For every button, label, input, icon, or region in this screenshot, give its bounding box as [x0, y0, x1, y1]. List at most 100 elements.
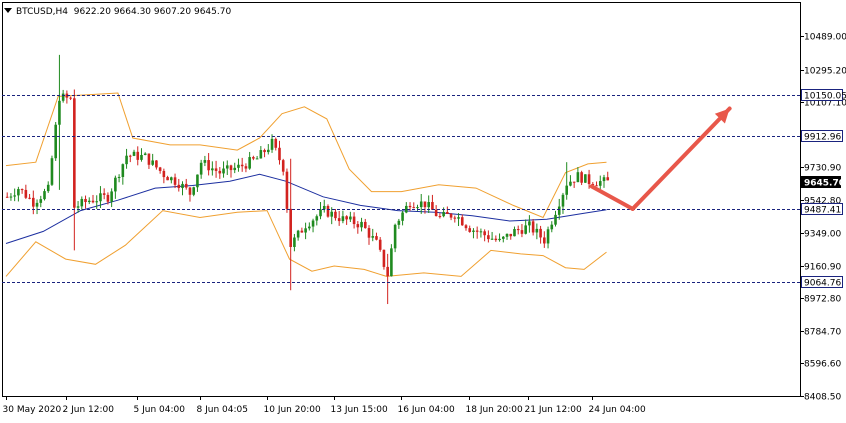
time-axis[interactable]: 30 May 2020 2 Jun 12:00 5 Jun 04:00 8 Jun 0…	[3, 396, 646, 415]
candle-body	[311, 220, 315, 227]
candle-body	[229, 165, 233, 171]
candle-body	[513, 229, 516, 237]
candle-body	[35, 202, 39, 207]
candle-body	[192, 187, 195, 195]
plot-frame	[2, 2, 801, 397]
candle-body	[576, 172, 580, 183]
candle-body	[125, 155, 128, 165]
candle-body	[162, 170, 166, 178]
candle-body	[270, 138, 274, 150]
candle-body	[121, 164, 125, 177]
candle-body	[535, 228, 539, 233]
candle-body	[442, 212, 445, 217]
trading-chart-window[interactable]: 10489.00 10295.20 10107.10 9730.90 9542.80 93…	[0, 0, 846, 419]
time-tick-label: 18 Jun 20:00	[466, 405, 523, 415]
candle-body	[233, 167, 237, 171]
candle-body	[259, 150, 263, 159]
price-chart[interactable]: 10489.0010295.2010107.109730.909542.8093…	[0, 0, 846, 419]
candle-body	[255, 158, 259, 160]
candle-body	[341, 216, 345, 222]
price-tick-label: 10489.00	[804, 33, 846, 43]
candle-body	[453, 217, 457, 219]
candle-body	[84, 198, 87, 203]
current-price-label: 9645.70	[804, 179, 845, 189]
candle-body	[490, 238, 494, 240]
candle-body	[143, 153, 147, 155]
symbol-ohlc-text: BTCUSD,H4 9622.20 9664.30 9607.20 9645.7…	[16, 7, 231, 17]
candle-body	[207, 160, 210, 171]
candle-body	[434, 209, 438, 217]
candle-body	[319, 209, 322, 217]
candle-body	[181, 183, 184, 189]
candle-body	[475, 230, 479, 232]
candle-body	[438, 216, 442, 218]
candle-body	[173, 177, 177, 185]
candle-body	[76, 206, 80, 208]
candle-body	[136, 151, 140, 160]
candle-body	[416, 207, 419, 209]
candle-body	[289, 208, 292, 247]
time-tick-label: 8 Jun 04:05	[197, 405, 248, 415]
candle-body	[334, 211, 337, 219]
candle-body	[285, 171, 289, 209]
candle-body	[520, 230, 524, 234]
time-tick-label: 30 May 2020	[3, 405, 62, 415]
candle-body	[550, 224, 554, 230]
time-tick-label: 24 Jun 04:00	[589, 405, 646, 415]
candle-body	[304, 228, 307, 233]
candle-body	[28, 197, 31, 199]
candle-body	[524, 225, 527, 234]
candle-body	[322, 205, 326, 210]
candle-body	[244, 166, 248, 169]
time-tick-label: 5 Jun 04:00	[134, 405, 186, 415]
time-tick-label: 10 Jun 20:00	[264, 405, 321, 415]
candle-body	[296, 230, 300, 238]
candle-body	[356, 224, 360, 228]
candle-body	[602, 177, 606, 182]
candle-body	[457, 217, 460, 219]
level-price-tag-label: 9912.96	[804, 133, 841, 143]
candle-body	[87, 200, 91, 203]
candle-body	[393, 224, 397, 249]
candle-body	[99, 193, 102, 202]
candle-body	[199, 162, 203, 175]
candle-body	[606, 177, 610, 181]
candle-body	[158, 167, 162, 171]
candle-body	[308, 226, 311, 229]
candle-body	[386, 266, 389, 277]
candle-body	[505, 233, 509, 237]
candle-body	[106, 194, 110, 202]
candle-body	[449, 213, 453, 218]
level-price-tag-label: 9487.41	[804, 206, 841, 216]
candle-body	[572, 181, 576, 183]
candle-body	[263, 150, 266, 153]
candle-body	[472, 230, 475, 232]
candle-body	[39, 199, 43, 203]
candle-body	[13, 195, 16, 197]
candle-body	[58, 100, 61, 125]
candle-body	[237, 164, 240, 168]
candle-body	[349, 216, 352, 220]
time-tick-label: 16 Jun 04:00	[398, 405, 455, 415]
candle-body	[166, 177, 169, 181]
candle-body	[557, 206, 561, 215]
candle-body	[363, 221, 367, 229]
candle-body	[170, 177, 173, 181]
candle-body	[367, 228, 371, 238]
candle-body	[5, 196, 9, 198]
candle-body	[24, 189, 28, 198]
candle-body	[460, 217, 464, 226]
candle-body	[423, 201, 427, 208]
candle-body	[546, 229, 550, 244]
candle-body	[20, 189, 24, 191]
price-axis[interactable]: 10489.0010295.2010107.109730.909542.8093…	[800, 33, 846, 403]
candle-body	[73, 98, 76, 208]
price-tick-label: 8596.60	[804, 360, 841, 370]
candle-body	[147, 153, 151, 165]
candle-body	[43, 191, 46, 200]
candle-body	[397, 220, 401, 225]
candle-body	[487, 235, 490, 240]
candle-body	[281, 160, 285, 172]
candle-body	[155, 160, 158, 168]
symbol-header: BTCUSD,H4 9622.20 9664.30 9607.20 9645.7…	[4, 7, 231, 17]
